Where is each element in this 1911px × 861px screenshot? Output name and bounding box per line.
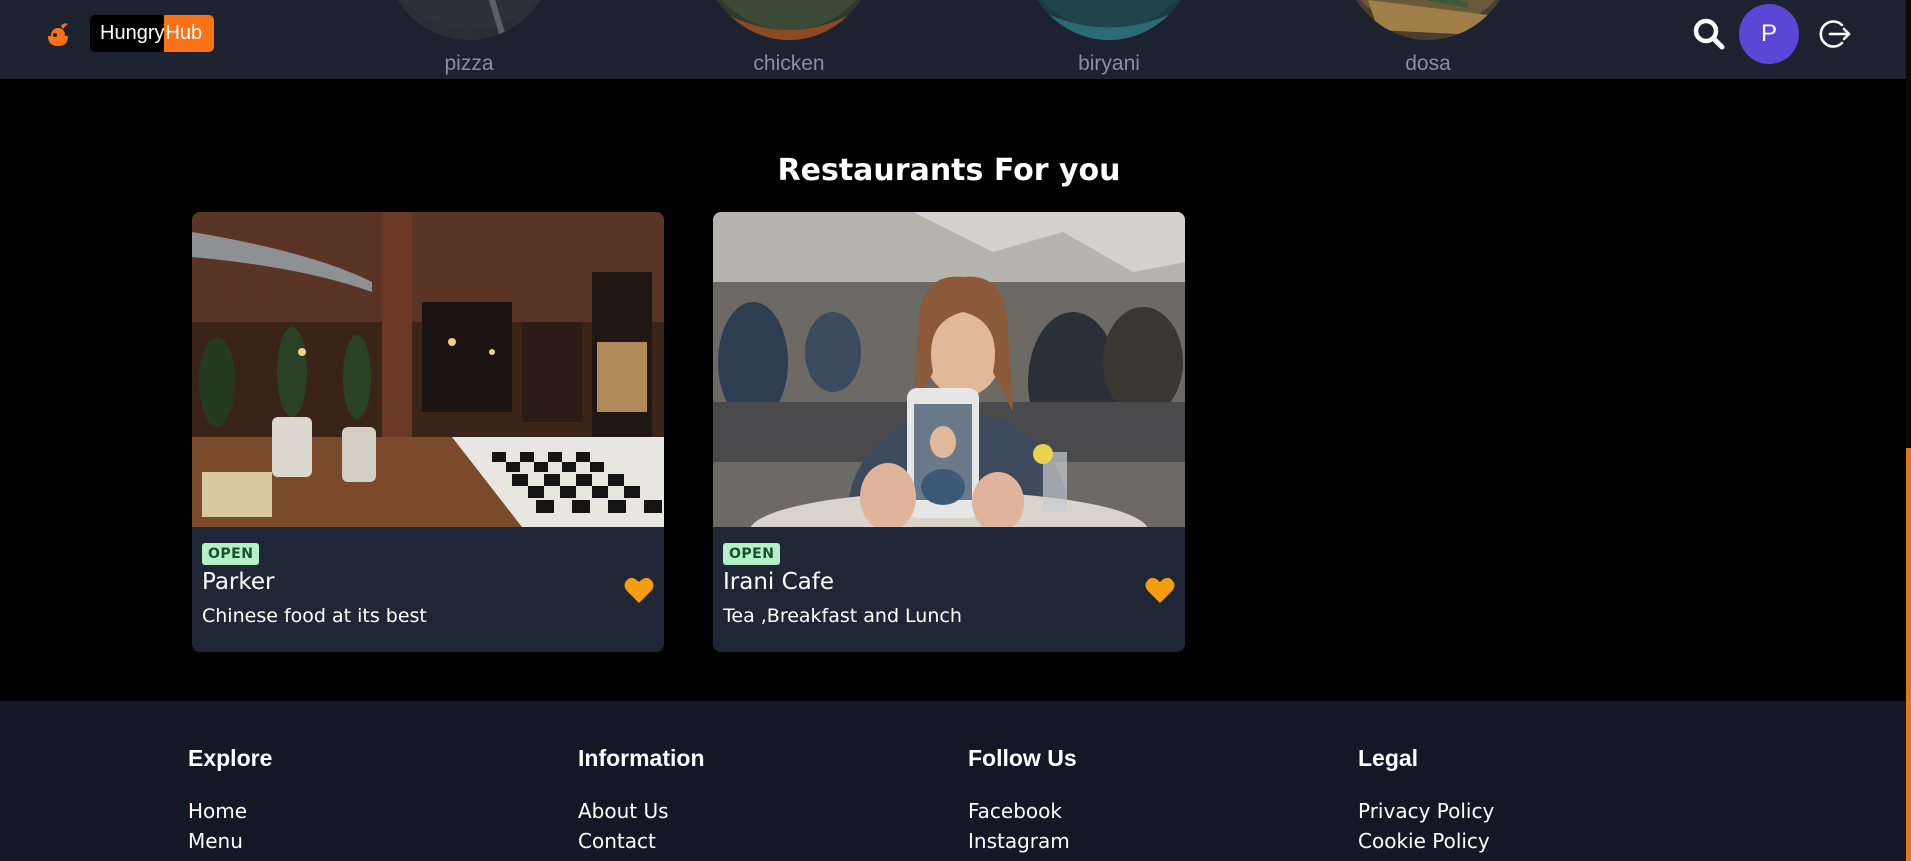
restaurant-name: Irani Cafe bbox=[723, 569, 835, 595]
category-label: dosa bbox=[1405, 52, 1451, 75]
footer-link-facebook[interactable]: Facebook bbox=[968, 796, 1077, 826]
favorite-heart-icon[interactable] bbox=[624, 576, 654, 604]
search-icon[interactable] bbox=[1692, 17, 1726, 51]
category-dosa[interactable]: dosa bbox=[1328, 0, 1528, 79]
footer-column-information: Information About Us Contact bbox=[578, 745, 705, 856]
dosa-image bbox=[1338, 0, 1518, 40]
status-badge: OPEN bbox=[202, 543, 260, 565]
category-label: pizza bbox=[444, 52, 494, 75]
footer-heading: Information bbox=[578, 745, 705, 771]
category-label: chicken bbox=[753, 52, 825, 75]
hungry-hub-logo-icon[interactable] bbox=[44, 20, 72, 48]
user-avatar[interactable]: P bbox=[1739, 4, 1799, 64]
footer-link-home[interactable]: Home bbox=[188, 796, 272, 826]
footer-link-menu[interactable]: Menu bbox=[188, 826, 272, 856]
logout-icon[interactable] bbox=[1816, 16, 1852, 52]
footer-heading: Explore bbox=[188, 745, 273, 771]
footer-link-cookie-policy[interactable]: Cookie Policy bbox=[1358, 826, 1494, 856]
brand-name-part-1: Hungry bbox=[100, 22, 165, 44]
restaurant-name: Parker bbox=[202, 569, 275, 595]
footer-heading: Legal bbox=[1358, 745, 1419, 771]
footer-link-instagram[interactable]: Instagram bbox=[968, 826, 1077, 856]
footer-column-legal: Legal Privacy Policy Cookie Policy bbox=[1358, 745, 1494, 856]
restaurant-image bbox=[713, 212, 1185, 527]
category-chicken[interactable]: chicken bbox=[689, 0, 889, 79]
top-nav-bar: Hungry Hub pizza chicken biryani dosa P bbox=[0, 0, 1906, 79]
brand-logo[interactable]: Hungry Hub bbox=[90, 15, 214, 52]
category-pizza[interactable]: pizza bbox=[369, 0, 569, 79]
restaurant-description: Tea ,Breakfast and Lunch bbox=[723, 605, 962, 627]
site-footer: Explore Home Menu Information About Us C… bbox=[0, 701, 1906, 861]
status-badge: OPEN bbox=[723, 543, 781, 565]
restaurant-description: Chinese food at its best bbox=[202, 605, 427, 627]
biryani-image bbox=[1019, 0, 1199, 40]
section-title: Restaurants For you bbox=[777, 153, 1121, 188]
footer-link-about-us[interactable]: About Us bbox=[578, 796, 705, 826]
pizza-image bbox=[379, 0, 559, 40]
category-label: biryani bbox=[1078, 52, 1140, 75]
footer-link-privacy-policy[interactable]: Privacy Policy bbox=[1358, 796, 1494, 826]
footer-link-contact[interactable]: Contact bbox=[578, 826, 705, 856]
footer-heading: Follow Us bbox=[968, 745, 1077, 771]
category-biryani[interactable]: biryani bbox=[1009, 0, 1209, 79]
footer-column-explore: Explore Home Menu bbox=[188, 745, 272, 856]
restaurant-card-irani-cafe[interactable]: OPEN Irani Cafe Tea ,Breakfast and Lunch bbox=[713, 212, 1185, 652]
restaurant-image bbox=[192, 212, 664, 527]
favorite-heart-icon[interactable] bbox=[1145, 576, 1175, 604]
footer-column-follow-us: Follow Us Facebook Instagram bbox=[968, 745, 1077, 856]
brand-name-part-2: Hub bbox=[164, 15, 214, 52]
page-scrollbar-thumb[interactable] bbox=[1906, 448, 1911, 861]
chicken-image bbox=[699, 0, 879, 40]
restaurant-card-parker[interactable]: OPEN Parker Chinese food at its best bbox=[192, 212, 664, 652]
